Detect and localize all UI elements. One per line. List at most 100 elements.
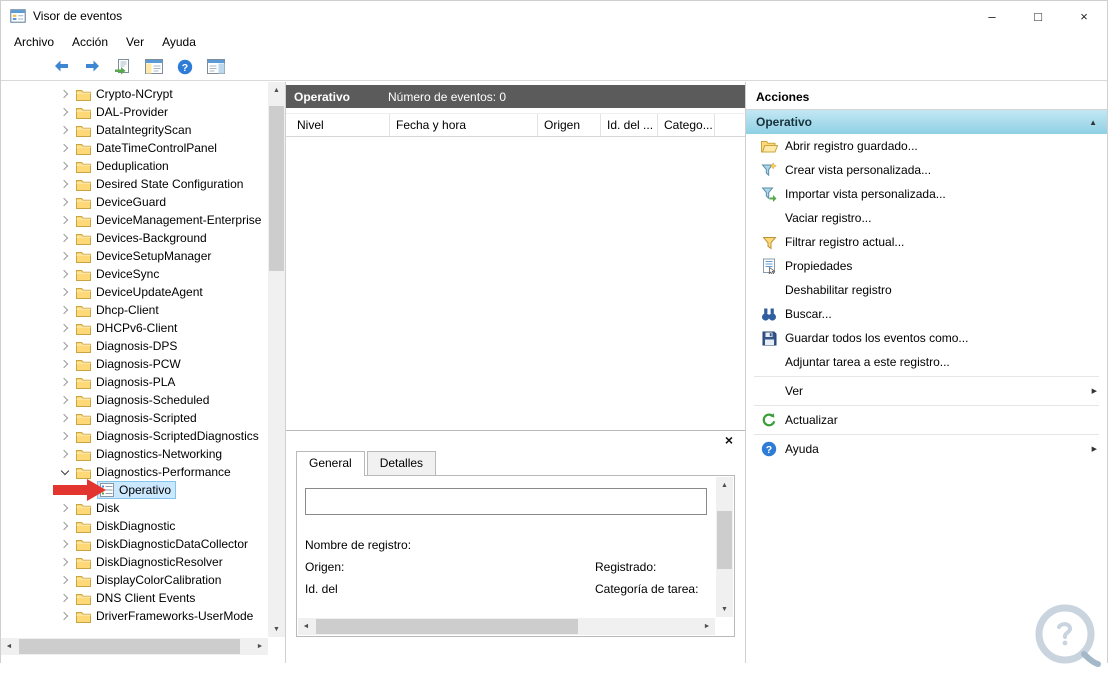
chevron-right-icon[interactable]	[57, 193, 73, 211]
back-icon[interactable]	[51, 57, 71, 77]
tree-item-dns-client-events[interactable]: DNS Client Events	[1, 589, 268, 607]
scroll-track[interactable]	[314, 618, 699, 635]
chevron-right-icon[interactable]	[57, 445, 73, 463]
chevron-right-icon[interactable]	[57, 319, 73, 337]
column-categoria[interactable]: Catego...	[658, 114, 715, 136]
tree-item-displaycolorcalibration[interactable]: DisplayColorCalibration	[1, 571, 268, 589]
scroll-track[interactable]	[716, 493, 733, 601]
chevron-right-icon[interactable]	[57, 85, 73, 103]
chevron-right-icon[interactable]	[57, 337, 73, 355]
actions-section-header[interactable]: Operativo ▲	[746, 110, 1107, 134]
chevron-right-icon[interactable]	[57, 589, 73, 607]
chevron-right-icon[interactable]	[57, 247, 73, 265]
chevron-right-icon[interactable]	[57, 301, 73, 319]
tree-item-devicemanagement-enterprise[interactable]: DeviceManagement-Enterprise	[1, 211, 268, 229]
action-buscar[interactable]: Buscar...	[746, 302, 1107, 326]
scrollbar-thumb[interactable]	[269, 106, 284, 271]
scroll-down-icon[interactable]: ▼	[268, 621, 285, 637]
action-ayuda[interactable]: ? Ayuda ▶	[746, 437, 1107, 461]
menu-archivo[interactable]: Archivo	[5, 35, 63, 49]
scroll-left-icon[interactable]: ◄	[1, 638, 17, 655]
scrollbar-thumb[interactable]	[316, 619, 578, 634]
tree-item-datetimecontrolpanel[interactable]: DateTimeControlPanel	[1, 139, 268, 157]
action-pane-icon[interactable]	[206, 57, 226, 77]
tree-item-diskdiagnostic[interactable]: DiskDiagnostic	[1, 517, 268, 535]
tree-item-diskdiagnosticresolver[interactable]: DiskDiagnosticResolver	[1, 553, 268, 571]
tree-item-devices-background[interactable]: Devices-Background	[1, 229, 268, 247]
chevron-right-icon[interactable]	[57, 391, 73, 409]
tree-item-deviceupdateagent[interactable]: DeviceUpdateAgent	[1, 283, 268, 301]
action-vaciar-registro[interactable]: Vaciar registro...	[746, 206, 1107, 230]
scroll-up-icon[interactable]: ▲	[268, 82, 285, 98]
preview-horizontal-scrollbar[interactable]: ◄ ►	[298, 618, 715, 635]
maximize-button[interactable]: □	[1015, 1, 1061, 31]
scroll-up-icon[interactable]: ▲	[716, 477, 733, 493]
tree-item-diagnosis-scripteddiagnostics[interactable]: Diagnosis-ScriptedDiagnostics	[1, 427, 268, 445]
column-fecha-y-hora[interactable]: Fecha y hora	[390, 114, 538, 136]
action-crear-vista-personalizada[interactable]: Crear vista personalizada...	[746, 158, 1107, 182]
tree-item-deviceguard[interactable]: DeviceGuard	[1, 193, 268, 211]
tree-item-disk[interactable]: Disk	[1, 499, 268, 517]
column-id-evento[interactable]: Id. del ...	[601, 114, 658, 136]
tab-detalles[interactable]: Detalles	[366, 451, 437, 475]
chevron-right-icon[interactable]	[57, 265, 73, 283]
chevron-down-icon[interactable]	[57, 463, 73, 481]
tree-item-devicesync[interactable]: DeviceSync	[1, 265, 268, 283]
chevron-right-icon[interactable]	[57, 553, 73, 571]
menu-ver[interactable]: Ver	[117, 35, 153, 49]
chevron-right-icon[interactable]	[57, 355, 73, 373]
console-tree-icon[interactable]	[144, 57, 164, 77]
column-origen[interactable]: Origen	[538, 114, 601, 136]
scroll-left-icon[interactable]: ◄	[298, 618, 314, 635]
tab-general[interactable]: General	[296, 451, 365, 476]
chevron-right-icon[interactable]	[57, 283, 73, 301]
tree-item-dal-provider[interactable]: DAL-Provider	[1, 103, 268, 121]
tree-item-deduplication[interactable]: Deduplication	[1, 157, 268, 175]
scroll-track[interactable]	[268, 98, 285, 621]
tree-item-devicesetupmanager[interactable]: DeviceSetupManager	[1, 247, 268, 265]
menu-ayuda[interactable]: Ayuda	[153, 35, 205, 49]
column-nivel[interactable]: Nivel	[286, 114, 390, 136]
event-description-field[interactable]	[305, 488, 707, 515]
scrollbar-thumb[interactable]	[717, 511, 732, 569]
tree-item-desired-state-configuration[interactable]: Desired State Configuration	[1, 175, 268, 193]
scroll-track[interactable]	[17, 638, 252, 655]
chevron-right-icon[interactable]	[57, 121, 73, 139]
scroll-down-icon[interactable]: ▼	[716, 601, 733, 617]
action-ver[interactable]: Ver ▶	[746, 379, 1107, 403]
chevron-right-icon[interactable]	[57, 607, 73, 625]
tree-item-operativo[interactable]: Operativo	[1, 481, 268, 499]
chevron-right-icon[interactable]	[57, 373, 73, 391]
tree-item-diagnostics-performance[interactable]: Diagnostics-Performance	[1, 463, 268, 481]
tree-vertical-scrollbar[interactable]: ▲ ▼	[268, 82, 285, 637]
scroll-right-icon[interactable]: ►	[699, 618, 715, 635]
help-icon[interactable]: ?	[175, 57, 195, 77]
chevron-right-icon[interactable]	[57, 499, 73, 517]
tree-item-dhcpv6-client[interactable]: DHCPv6-Client	[1, 319, 268, 337]
action-filtrar-registro-actual[interactable]: Filtrar registro actual...	[746, 230, 1107, 254]
chevron-right-icon[interactable]	[57, 175, 73, 193]
chevron-right-icon[interactable]	[57, 103, 73, 121]
action-guardar-todos-los-eventos-como[interactable]: Guardar todos los eventos como...	[746, 326, 1107, 350]
chevron-right-icon[interactable]	[57, 517, 73, 535]
chevron-right-icon[interactable]	[57, 211, 73, 229]
tree-item-diagnosis-dps[interactable]: Diagnosis-DPS	[1, 337, 268, 355]
action-importar-vista-personalizada[interactable]: Importar vista personalizada...	[746, 182, 1107, 206]
tree-item-crypto-ncrypt[interactable]: Crypto-NCrypt	[1, 85, 268, 103]
chevron-right-icon[interactable]	[57, 157, 73, 175]
chevron-right-icon[interactable]	[57, 427, 73, 445]
tree-item-dataintegrityscan[interactable]: DataIntegrityScan	[1, 121, 268, 139]
tree-item-diagnosis-scheduled[interactable]: Diagnosis-Scheduled	[1, 391, 268, 409]
chevron-right-icon[interactable]	[57, 535, 73, 553]
forward-icon[interactable]	[82, 57, 102, 77]
preview-vertical-scrollbar[interactable]: ▲ ▼	[716, 477, 733, 617]
scroll-right-icon[interactable]: ►	[252, 638, 268, 655]
collapse-arrow-icon[interactable]: ▲	[1089, 118, 1097, 127]
preview-close-icon[interactable]: ×	[725, 433, 733, 447]
tree-item-diagnosis-pcw[interactable]: Diagnosis-PCW	[1, 355, 268, 373]
tree-horizontal-scrollbar[interactable]: ◄ ►	[1, 638, 268, 655]
action-abrir-registro-guardado[interactable]: Abrir registro guardado...	[746, 134, 1107, 158]
action-deshabilitar-registro[interactable]: Deshabilitar registro	[746, 278, 1107, 302]
event-table-body[interactable]	[286, 137, 745, 430]
minimize-button[interactable]: –	[969, 1, 1015, 31]
